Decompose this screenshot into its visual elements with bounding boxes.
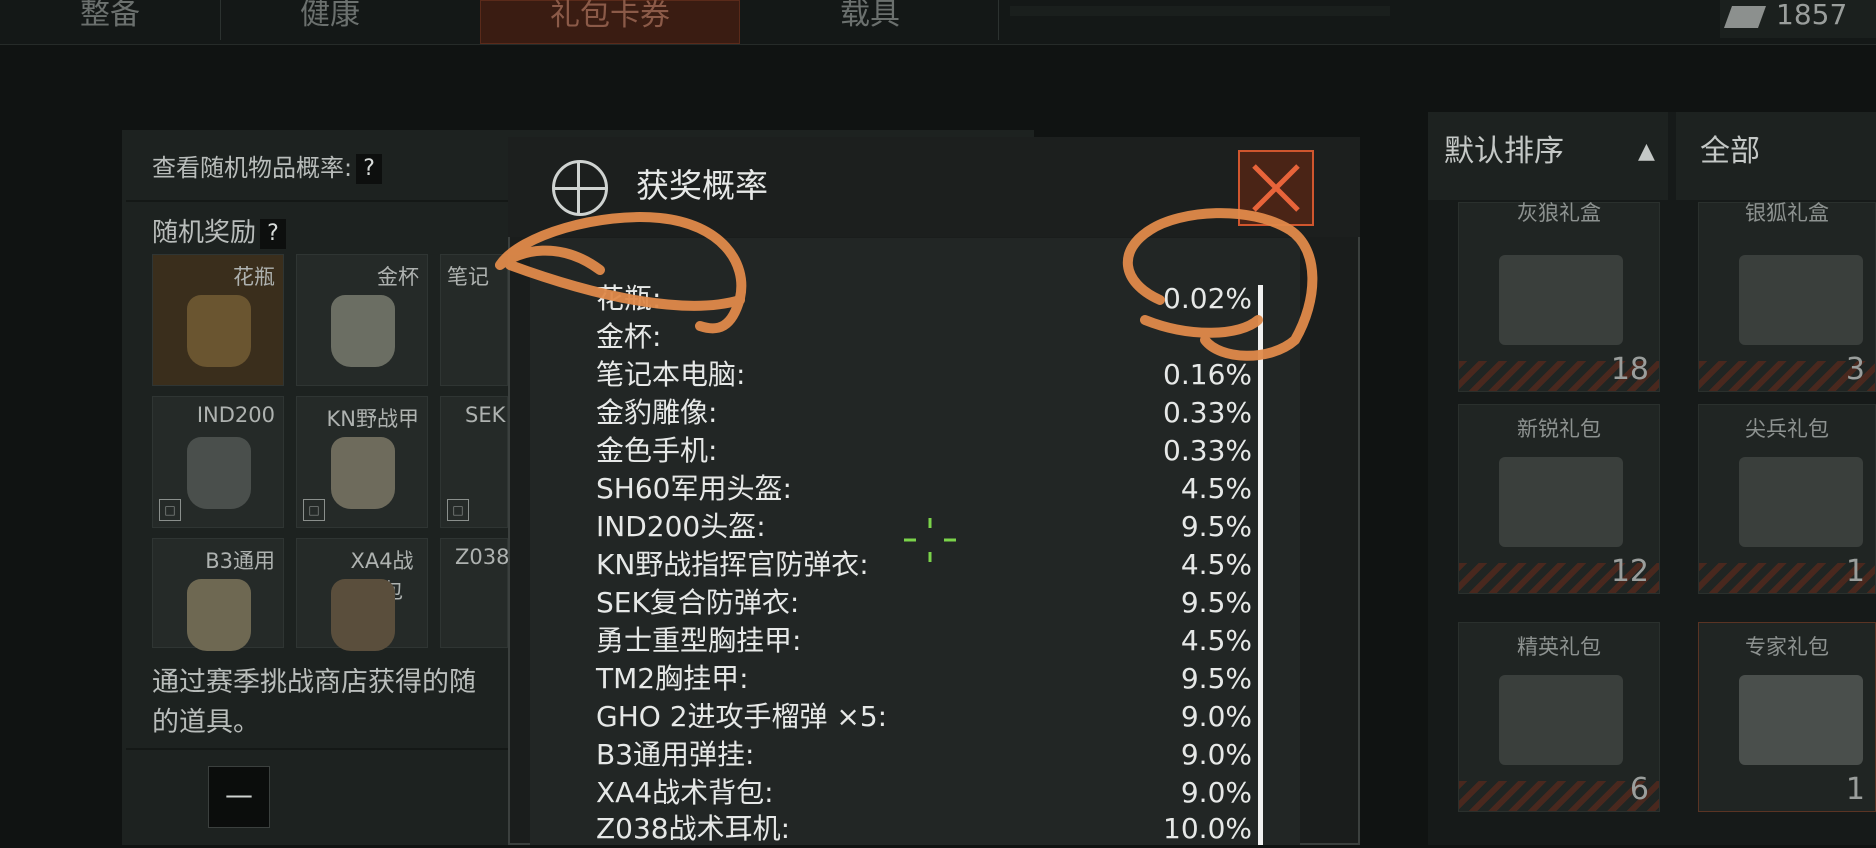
annotation-loop-left-bottom — [505, 260, 745, 311]
annotation-loop-right-bottom — [1140, 315, 1263, 338]
annotation-overlay — [495, 208, 1318, 361]
